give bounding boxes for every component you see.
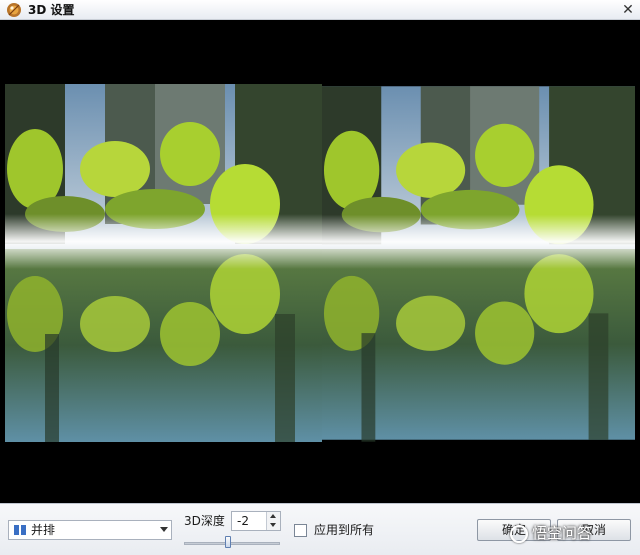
- preview-left-eye: [5, 84, 322, 442]
- watermark-logo-icon: [510, 524, 528, 543]
- apply-all-label: 应用到所有: [314, 523, 375, 537]
- mode-selected-label: 并排: [31, 523, 56, 537]
- depth-stepper[interactable]: -2: [231, 511, 281, 531]
- spin-up-icon[interactable]: [270, 514, 276, 518]
- preview-right-eye: [322, 84, 635, 442]
- spin-down-icon[interactable]: [270, 523, 276, 527]
- depth-slider-thumb[interactable]: [225, 536, 232, 548]
- title-bar: 3D 设置 ✕: [0, 0, 640, 20]
- depth-label: 3D深度: [184, 514, 225, 528]
- app-icon: [7, 3, 21, 17]
- stereo-preview: [0, 20, 640, 503]
- watermark-text: 悟空问答: [532, 524, 593, 542]
- close-icon[interactable]: ✕: [620, 2, 636, 18]
- mode-select[interactable]: 并排: [8, 520, 172, 540]
- stereo-pair-icon: [14, 525, 26, 535]
- depth-slider-track[interactable]: [184, 542, 280, 545]
- watermark: 悟空问答: [510, 520, 636, 546]
- spin-buttons: [266, 512, 280, 530]
- window-title: 3D 设置: [28, 3, 75, 17]
- chevron-down-icon[interactable]: [160, 527, 168, 532]
- apply-all-checkbox[interactable]: [294, 524, 307, 537]
- depth-value: -2: [237, 514, 249, 528]
